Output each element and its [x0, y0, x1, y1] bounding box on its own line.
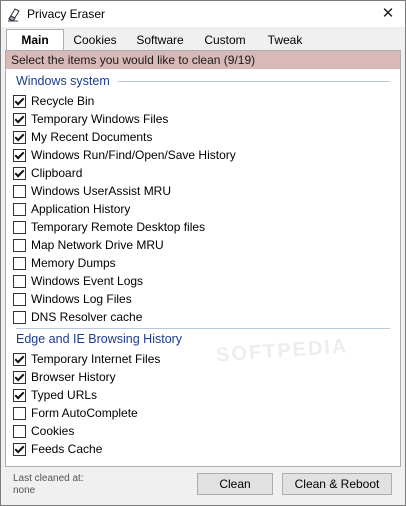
item-label: Typed URLs [31, 388, 98, 402]
item-label: Windows UserAssist MRU [31, 184, 172, 198]
item-feeds-cache[interactable]: Feeds Cache [13, 441, 383, 459]
item-map-network-drive-mru[interactable]: Map Network Drive MRU [13, 237, 383, 255]
item-clipboard[interactable]: Clipboard [13, 165, 383, 183]
tab-strip: Main Cookies Software Custom Tweak [1, 27, 405, 52]
item-recycle-bin[interactable]: Recycle Bin [13, 93, 383, 111]
checkbox[interactable] [13, 275, 26, 288]
item-label: Map Network Drive MRU [31, 238, 164, 252]
checkbox[interactable] [13, 407, 26, 420]
item-label: Memory Dumps [31, 256, 116, 270]
clean-items-list[interactable]: Windows system Recycle Bin Temporary Win… [6, 70, 400, 465]
clean-button[interactable]: Clean [197, 473, 273, 495]
instruction-bar: Select the items you would like to clean… [6, 51, 400, 69]
checkbox[interactable] [13, 131, 26, 144]
checkbox[interactable] [13, 425, 26, 438]
item-windows-run-history[interactable]: Windows Run/Find/Open/Save History [13, 147, 383, 165]
checkbox[interactable] [13, 293, 26, 306]
item-my-recent-documents[interactable]: My Recent Documents [13, 129, 383, 147]
title-bar: Privacy Eraser ✕ [1, 1, 405, 27]
item-typed-urls[interactable]: Typed URLs [13, 387, 383, 405]
item-label: Windows Log Files [31, 292, 132, 306]
close-button[interactable]: ✕ [371, 1, 405, 27]
item-form-autocomplete[interactable]: Form AutoComplete [13, 405, 383, 423]
checkbox[interactable] [13, 371, 26, 384]
checkbox[interactable] [13, 239, 26, 252]
checkbox[interactable] [13, 167, 26, 180]
item-label: Windows Event Logs [31, 274, 144, 288]
checkbox[interactable] [13, 149, 26, 162]
item-memory-dumps[interactable]: Memory Dumps [13, 255, 383, 273]
item-label: Recycle Bin [31, 94, 95, 108]
item-temporary-remote-desktop-files[interactable]: Temporary Remote Desktop files [13, 219, 383, 237]
checkbox[interactable] [13, 311, 26, 324]
item-browser-history[interactable]: Browser History [13, 369, 383, 387]
item-label: Feeds Cache [31, 442, 103, 456]
item-label: Windows Run/Find/Open/Save History [31, 148, 236, 162]
item-label: DNS Resolver cache [31, 310, 143, 324]
group-header-windows-system: Windows system [16, 74, 110, 88]
item-label: Temporary Remote Desktop files [31, 220, 206, 234]
item-temporary-windows-files[interactable]: Temporary Windows Files [13, 111, 383, 129]
checkbox[interactable] [13, 389, 26, 402]
item-windows-userassist-mru[interactable]: Windows UserAssist MRU [13, 183, 383, 201]
checkbox[interactable] [13, 185, 26, 198]
tab-software[interactable]: Software [129, 31, 191, 51]
item-label: Clipboard [31, 166, 83, 180]
last-cleaned-label: Last cleaned at: [13, 473, 84, 484]
item-cookies[interactable]: Cookies [13, 423, 383, 441]
item-label: Temporary Windows Files [31, 112, 169, 126]
group-divider [118, 81, 390, 82]
tab-cookies[interactable]: Cookies [67, 31, 123, 51]
list-scrollbar[interactable] [390, 70, 400, 465]
item-windows-log-files[interactable]: Windows Log Files [13, 291, 383, 309]
item-label: Cookies [31, 424, 75, 438]
last-cleaned-value: none [13, 485, 36, 496]
main-panel: Select the items you would like to clean… [5, 50, 401, 467]
checkbox[interactable] [13, 257, 26, 270]
item-label: Form AutoComplete [31, 406, 138, 420]
window-title: Privacy Eraser [27, 7, 106, 21]
clean-reboot-button[interactable]: Clean & Reboot [282, 473, 392, 495]
tab-custom[interactable]: Custom [197, 31, 253, 51]
close-icon: ✕ [381, 5, 395, 22]
checkbox[interactable] [13, 113, 26, 126]
item-label: My Recent Documents [31, 130, 153, 144]
item-dns-resolver-cache[interactable]: DNS Resolver cache [13, 309, 383, 327]
tab-main[interactable]: Main [6, 29, 64, 52]
item-label: Browser History [31, 370, 116, 384]
checkbox[interactable] [13, 443, 26, 456]
checkbox[interactable] [13, 95, 26, 108]
checkbox[interactable] [13, 221, 26, 234]
group-header-edge-ie-history: Edge and IE Browsing History [16, 332, 183, 346]
checkbox[interactable] [13, 203, 26, 216]
eraser-app-icon [8, 8, 20, 22]
group-divider [16, 328, 390, 329]
item-label: Temporary Internet Files [31, 352, 161, 366]
tab-tweak[interactable]: Tweak [259, 31, 311, 51]
item-application-history[interactable]: Application History [13, 201, 383, 219]
item-label: Application History [31, 202, 131, 216]
item-windows-event-logs[interactable]: Windows Event Logs [13, 273, 383, 291]
checkbox[interactable] [13, 353, 26, 366]
privacy-eraser-window: Privacy Eraser ✕ Main Cookies Software C… [0, 0, 406, 506]
